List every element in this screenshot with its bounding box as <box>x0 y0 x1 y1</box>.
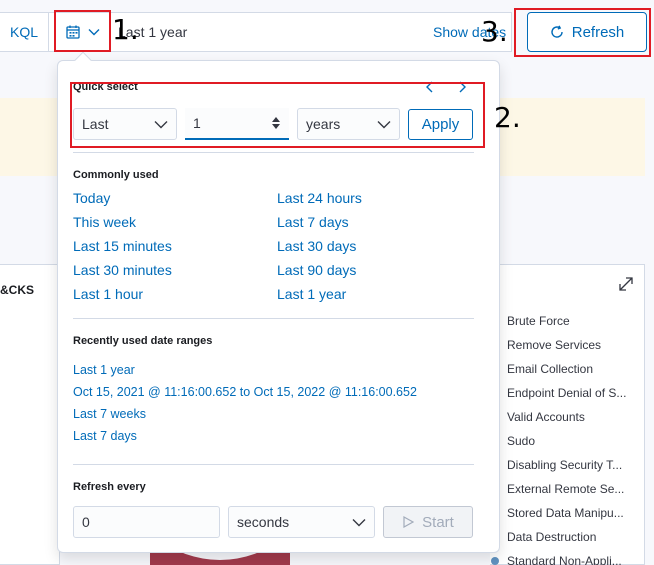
commonly-used-link[interactable]: Last 7 days <box>277 214 349 230</box>
recent-date-range-link[interactable]: Oct 15, 2021 @ 11:16:00.652 to Oct 15, 2… <box>73 385 417 399</box>
legend-item[interactable]: Brute Force <box>490 309 640 333</box>
legend-label: Standard Non-Appli... <box>507 554 622 565</box>
divider <box>73 152 474 153</box>
legend-swatch <box>491 557 499 565</box>
chart-legend: Brute Force Remove Services Email Collecti… <box>490 309 640 565</box>
left-panel <box>0 264 60 565</box>
refresh-every-title: Refresh every <box>73 481 146 493</box>
commonly-used-link[interactable]: Last 1 hour <box>73 286 143 302</box>
legend-label: External Remote Se... <box>507 482 625 496</box>
legend-label: Stored Data Manipu... <box>507 506 624 520</box>
commonly-used-link[interactable]: Last 1 year <box>277 286 346 302</box>
start-label: Start <box>422 513 454 531</box>
refresh-interval-input[interactable]: 0 <box>73 506 220 538</box>
legend-label: Valid Accounts <box>507 410 585 424</box>
legend-label: Email Collection <box>507 362 594 376</box>
legend-item[interactable]: Remove Services <box>490 333 640 357</box>
commonly-used-link[interactable]: Today <box>73 190 110 206</box>
kql-language-button[interactable]: KQL <box>0 12 49 52</box>
legend-label: Remove Services <box>507 338 602 352</box>
recent-date-range-link[interactable]: Last 7 days <box>73 429 137 443</box>
play-icon <box>403 516 415 528</box>
legend-label: Disabling Security T... <box>507 458 623 472</box>
callout-box-1 <box>54 10 111 52</box>
start-button[interactable]: Start <box>383 506 473 538</box>
callout-number-2: 2. <box>494 101 521 134</box>
callout-number-1: 1. <box>112 13 139 46</box>
commonly-used-title: Commonly used <box>73 169 159 181</box>
recent-date-range-link[interactable]: Last 7 weeks <box>73 407 146 421</box>
legend-item[interactable]: Standard Non-Appli... <box>490 549 640 565</box>
legend-item[interactable]: Disabling Security T... <box>490 453 640 477</box>
interval-unit-value: seconds <box>237 514 290 530</box>
commonly-used-link[interactable]: Last 30 minutes <box>73 262 172 278</box>
legend-item[interactable]: Data Destruction <box>490 525 640 549</box>
legend-item[interactable]: Stored Data Manipu... <box>490 501 640 525</box>
legend-item[interactable]: Sudo <box>490 429 640 453</box>
divider <box>73 318 474 319</box>
divider <box>73 464 474 465</box>
commonly-used-link[interactable]: Last 24 hours <box>277 190 362 206</box>
recent-date-range-link[interactable]: Last 1 year <box>73 363 135 377</box>
callout-number-3: 3. <box>481 15 508 48</box>
legend-label: Brute Force <box>507 314 570 328</box>
legend-item[interactable]: External Remote Se... <box>490 477 640 501</box>
refresh-interval-unit-select[interactable]: seconds <box>228 506 375 538</box>
legend-item[interactable]: Valid Accounts <box>490 405 640 429</box>
legend-label: Endpoint Denial of S... <box>507 386 627 400</box>
legend-label: Data Destruction <box>507 530 597 544</box>
recently-used-title: Recently used date ranges <box>73 335 213 347</box>
legend-label: Sudo <box>507 434 536 448</box>
commonly-used-link[interactable]: Last 30 days <box>277 238 356 254</box>
legend-item[interactable]: Email Collection <box>490 357 640 381</box>
panel-title: &CKS <box>0 283 35 297</box>
commonly-used-link[interactable]: Last 15 minutes <box>73 238 172 254</box>
callout-box-3 <box>514 8 651 57</box>
chevron-down-icon <box>352 518 366 526</box>
legend-item[interactable]: Endpoint Denial of S... <box>490 381 640 405</box>
commonly-used-link[interactable]: This week <box>73 214 136 230</box>
callout-box-2 <box>70 82 485 148</box>
expand-icon[interactable] <box>617 275 635 293</box>
commonly-used-link[interactable]: Last 90 days <box>277 262 356 278</box>
